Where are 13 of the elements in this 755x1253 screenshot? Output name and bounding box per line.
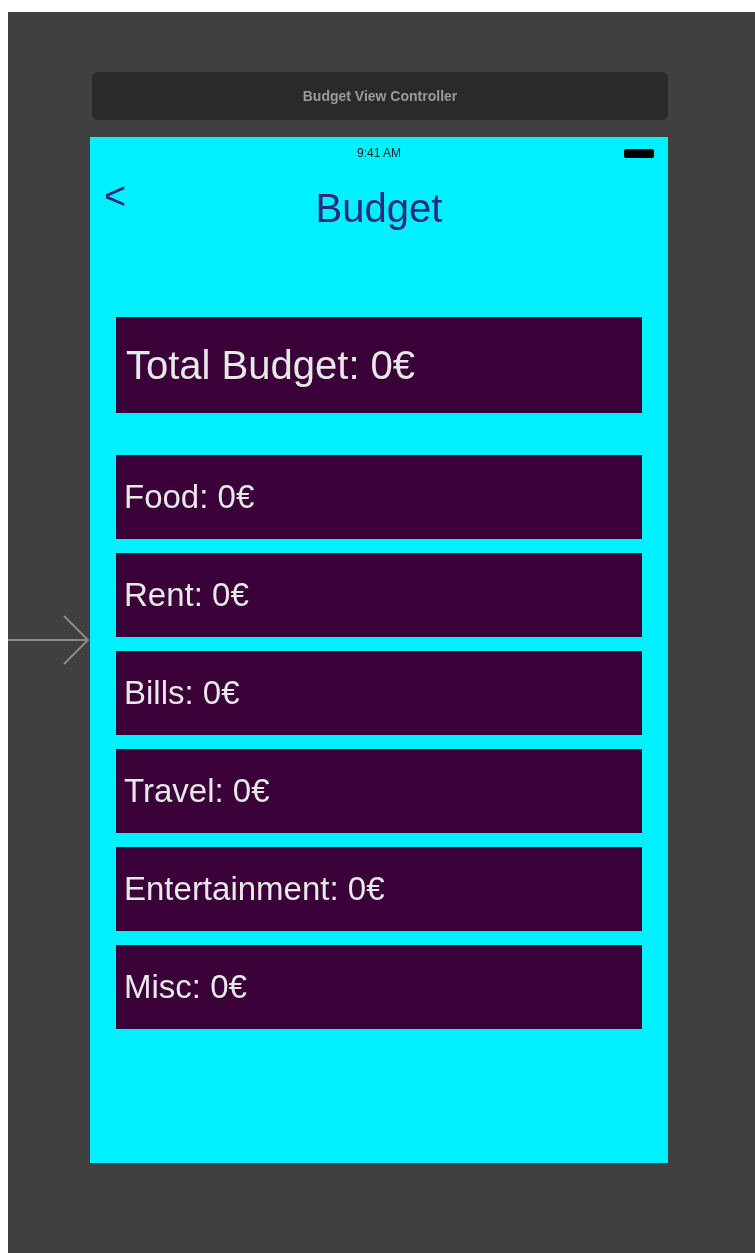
entry-arrow-icon	[8, 614, 90, 666]
category-label: Travel: 0€	[116, 749, 642, 833]
status-time: 9:41 AM	[357, 145, 401, 162]
nav-title: Budget	[315, 185, 443, 232]
category-label: Entertainment: 0€	[116, 847, 642, 931]
category-label: Misc: 0€	[116, 945, 642, 1029]
scene-title-bar: Budget View Controller	[92, 72, 668, 120]
total-budget-label: Total Budget: 0€	[116, 317, 642, 413]
battery-icon	[624, 149, 654, 158]
category-label: Rent: 0€	[116, 553, 642, 637]
category-label: Bills: 0€	[116, 651, 642, 735]
category-label: Food: 0€	[116, 455, 642, 539]
back-button[interactable]: <	[104, 177, 127, 215]
